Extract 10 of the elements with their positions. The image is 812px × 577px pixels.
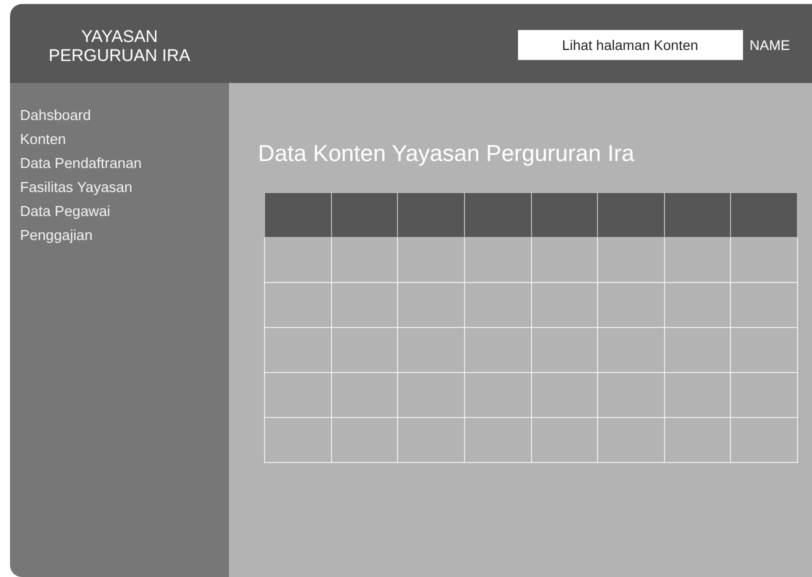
sidebar-item[interactable]: Dahsboard (20, 104, 91, 128)
sidebar-item[interactable]: Fasilitas Yayasan (20, 176, 132, 200)
sidebar-item[interactable]: Data Pendaftranan (20, 152, 142, 176)
page-title: Data Konten Yayasan Pergururan Ira (258, 140, 634, 167)
logo-text: YAYASAN PERGURUAN IRA (48, 26, 192, 64)
sidebar-item[interactable]: Penggajian (20, 224, 93, 248)
sidebar-item[interactable]: Konten (20, 128, 66, 152)
view-content-button[interactable]: Lihat halaman Konten (518, 30, 743, 60)
sidebar-item[interactable]: Data Pegawai (20, 200, 110, 224)
user-name: NAME (750, 36, 790, 52)
